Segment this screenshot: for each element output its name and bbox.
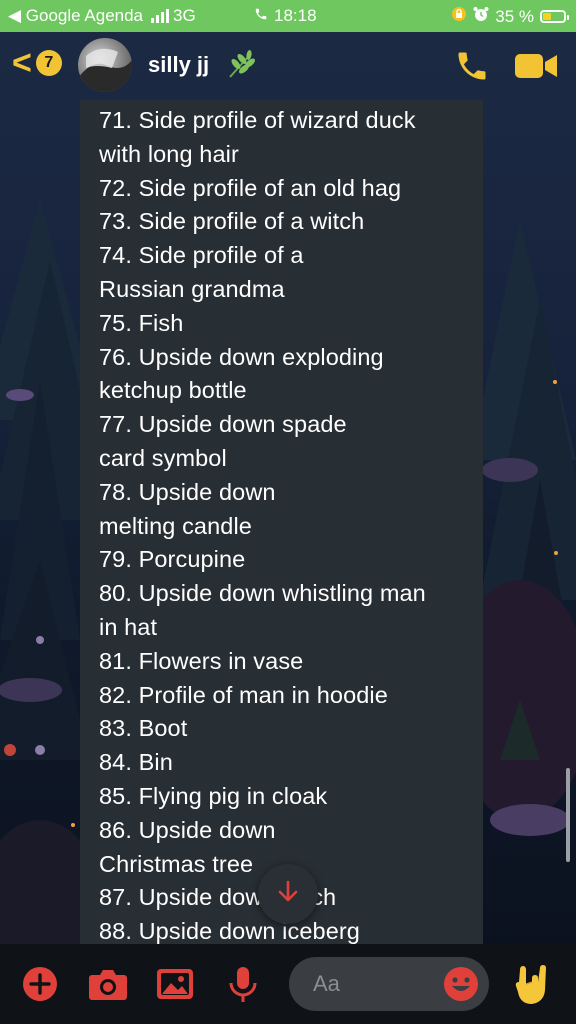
clock: 18:18 xyxy=(274,6,317,25)
message-input-placeholder: Aa xyxy=(313,971,340,996)
composer-bar xyxy=(0,944,576,1024)
status-left: ◀ Google Agenda 3G xyxy=(8,6,196,26)
message-line: 75. Fish xyxy=(99,309,184,336)
signal-icon xyxy=(151,9,170,23)
message-line: Russian grandma xyxy=(99,275,285,302)
battery-percent: 35 % xyxy=(495,6,534,26)
message-line: 86. Upside down xyxy=(99,816,276,843)
orientation-lock-icon xyxy=(451,6,467,27)
arrow-down-icon xyxy=(275,879,301,910)
phone-icon[interactable] xyxy=(454,48,490,89)
video-camera-icon[interactable] xyxy=(515,52,557,85)
message-line: 78. Upside down xyxy=(99,478,276,505)
message-line: 79. Porcupine xyxy=(99,546,246,573)
microphone-icon[interactable] xyxy=(228,966,258,1009)
status-right: 35 % xyxy=(451,6,569,27)
chevron-left-icon: < xyxy=(12,44,32,82)
scroll-to-bottom-button[interactable] xyxy=(258,864,318,924)
message-line: in hat xyxy=(99,613,158,640)
camera-icon[interactable] xyxy=(88,966,128,1007)
message-line: 72. Side profile of an old hag xyxy=(99,174,402,201)
contact-name[interactable]: silly jj xyxy=(148,52,209,78)
alarm-icon xyxy=(473,6,489,27)
message-line: 77. Upside down spade xyxy=(99,411,347,438)
avatar[interactable] xyxy=(78,38,132,92)
message-input[interactable]: Aa xyxy=(289,957,489,1011)
rock-hand-icon[interactable] xyxy=(512,964,552,1011)
message-line: 71. Side profile of wizard duck xyxy=(99,107,416,133)
message-bubble[interactable]: 71. Side profile of wizard duck with lon… xyxy=(80,100,483,944)
message-line: ketchup bottle xyxy=(99,377,247,404)
image-icon[interactable] xyxy=(156,966,194,1007)
plus-circle-icon[interactable] xyxy=(22,966,58,1007)
herb-emoji-icon xyxy=(226,50,256,85)
message-line: 76. Upside down exploding xyxy=(99,343,384,370)
network-label: 3G xyxy=(173,6,196,25)
smiley-icon[interactable] xyxy=(443,966,479,1007)
message-line: 81. Flowers in vase xyxy=(99,647,304,674)
message-line: 85. Flying pig in cloak xyxy=(99,782,328,809)
carrier-label[interactable]: ◀ Google Agenda xyxy=(8,6,143,26)
message-line: 80. Upside down whistling man xyxy=(99,580,426,607)
status-center: 18:18 xyxy=(254,6,317,26)
message-line: melting candle xyxy=(99,512,252,539)
scrollbar[interactable] xyxy=(566,768,570,862)
message-line: with long hair xyxy=(99,140,239,167)
message-line: 74. Side profile of a xyxy=(99,242,304,269)
message-line: 84. Bin xyxy=(99,749,173,776)
status-bar: ◀ Google Agenda 3G 18:18 35 % xyxy=(0,0,576,32)
message-line: 73. Side profile of a witch xyxy=(99,208,365,235)
battery-icon xyxy=(540,10,569,23)
message-line: card symbol xyxy=(99,444,227,471)
chat-header: < 7 silly jj xyxy=(0,32,576,100)
message-line: 83. Boot xyxy=(99,715,188,742)
message-line: 82. Profile of man in hoodie xyxy=(99,681,388,708)
message-text: 71. Side profile of wizard duck with lon… xyxy=(99,104,479,944)
phone-status-icon xyxy=(254,6,268,26)
unread-badge: 7 xyxy=(35,50,62,76)
back-button[interactable]: < 7 xyxy=(12,44,62,82)
